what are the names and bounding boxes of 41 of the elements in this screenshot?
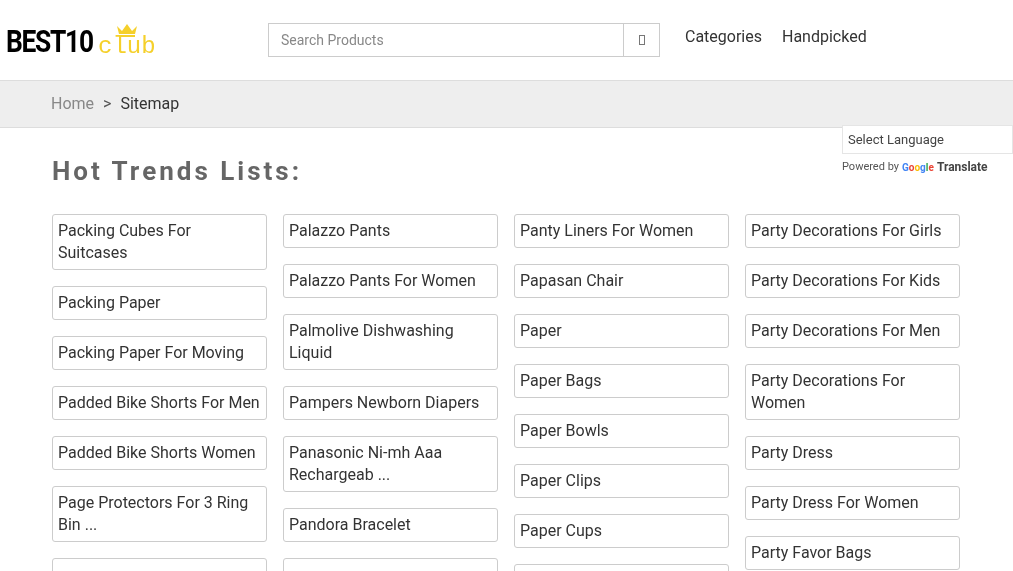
list-link[interactable]: Party Favor Bags <box>745 536 960 570</box>
list-link[interactable]: Packing Cubes For Suitcases <box>52 214 267 270</box>
box-icon <box>638 35 645 45</box>
page-heading: Hot Trends Lists: <box>52 155 302 188</box>
search-button[interactable] <box>624 23 660 57</box>
list-link[interactable]: Pampers Newborn Diapers <box>283 386 498 420</box>
powered-by-label: Powered by <box>842 158 899 175</box>
list-link[interactable]: Page Protectors For 3 Ring Bin ... <box>52 486 267 542</box>
list-link[interactable]: Palmolive Dishwashing Liquid <box>283 314 498 370</box>
google-logo: Google <box>901 160 934 175</box>
list-link[interactable]: Party Decorations For Girls <box>745 214 960 248</box>
list-link[interactable]: Party Decorations For Men <box>745 314 960 348</box>
list-link[interactable]: Paper Clips <box>514 464 729 498</box>
list-link[interactable]: Papasan Chair <box>514 264 729 298</box>
list-link[interactable]: Palazzo Pants <box>283 214 498 248</box>
list-link[interactable]: Paper Bowls <box>514 414 729 448</box>
nav-link[interactable]: Categories <box>685 25 762 49</box>
translate-label: Translate <box>936 159 988 176</box>
list-link[interactable]: Party Decorations For Kids <box>745 264 960 298</box>
list-link[interactable]: Padded Bike Shorts For Men <box>52 386 267 420</box>
breadcrumb-current: Sitemap <box>120 93 180 115</box>
list-link[interactable]: Party Decorations For Women <box>745 364 960 420</box>
nav-link[interactable]: Handpicked <box>782 25 867 49</box>
list-link[interactable]: Party Dress <box>745 436 960 470</box>
language-select[interactable]: Select Language <box>842 125 1013 154</box>
list-link[interactable]: Paper Cups <box>514 514 729 548</box>
list-link[interactable]: Panasonic Ni-mh Aaa Rechargeab ... <box>283 436 498 492</box>
list-link[interactable]: Paper Bags <box>514 364 729 398</box>
list-link[interactable]: Packing Paper For Moving <box>52 336 267 370</box>
search-field[interactable]: Search Products <box>268 23 624 57</box>
list-link[interactable]: Padded Bike Shorts Women <box>52 436 267 470</box>
breadcrumb-separator: > <box>103 93 112 115</box>
list-link[interactable]: Panty Liners For Women <box>514 214 729 248</box>
logo-suffix: club <box>98 37 156 57</box>
crown-icon <box>115 23 138 37</box>
list-link[interactable]: Party Dress For Women <box>745 486 960 520</box>
list-link[interactable]: Paper <box>514 314 729 348</box>
list-link[interactable]: Palazzo Pants For Women <box>283 264 498 298</box>
list-link[interactable]: Pandora Bracelet <box>283 508 498 542</box>
list-link[interactable]: Packing Paper <box>52 286 267 320</box>
logo-wordmark[interactable]: BEST10 <box>6 26 91 57</box>
